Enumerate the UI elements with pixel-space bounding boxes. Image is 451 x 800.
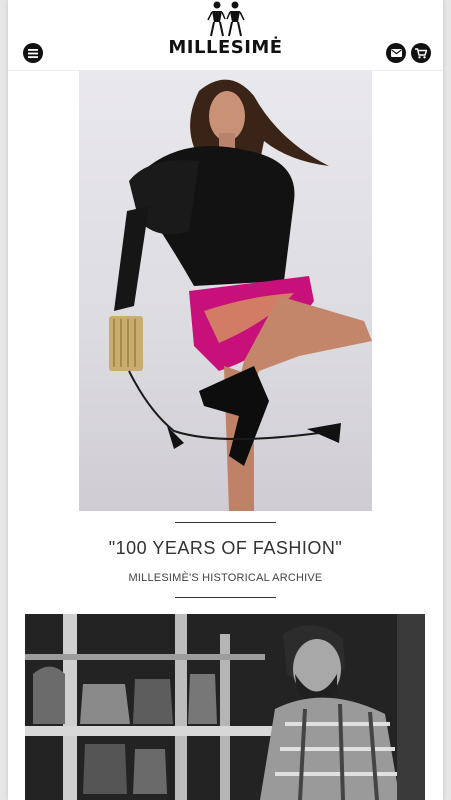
- section-title: "100 YEARS OF FASHION": [108, 538, 343, 558]
- title-divider-top: [175, 522, 276, 523]
- brand-name: MILLESIMĖ: [168, 37, 283, 58]
- menu-button[interactable]: [23, 43, 43, 63]
- logo-figures-icon: [206, 1, 245, 37]
- contact-button[interactable]: [386, 43, 406, 63]
- archive-image: [25, 614, 425, 800]
- title-divider-bottom: [175, 597, 276, 598]
- envelope-icon: [390, 49, 402, 57]
- cart-icon: [415, 47, 427, 58]
- hero-fashion-image: [79, 71, 372, 511]
- cart-button[interactable]: [411, 43, 431, 63]
- section-subtitle: MILLESIMÈ'S HISTORICAL ARCHIVE: [128, 572, 323, 584]
- page: MILLESIMĖ "100 YEARS OF FASHION" MILLESI…: [8, 0, 443, 800]
- header: MILLESIMĖ: [8, 0, 443, 71]
- menu-icon: [28, 48, 38, 58]
- brand-logo[interactable]: MILLESIMĖ: [166, 0, 286, 64]
